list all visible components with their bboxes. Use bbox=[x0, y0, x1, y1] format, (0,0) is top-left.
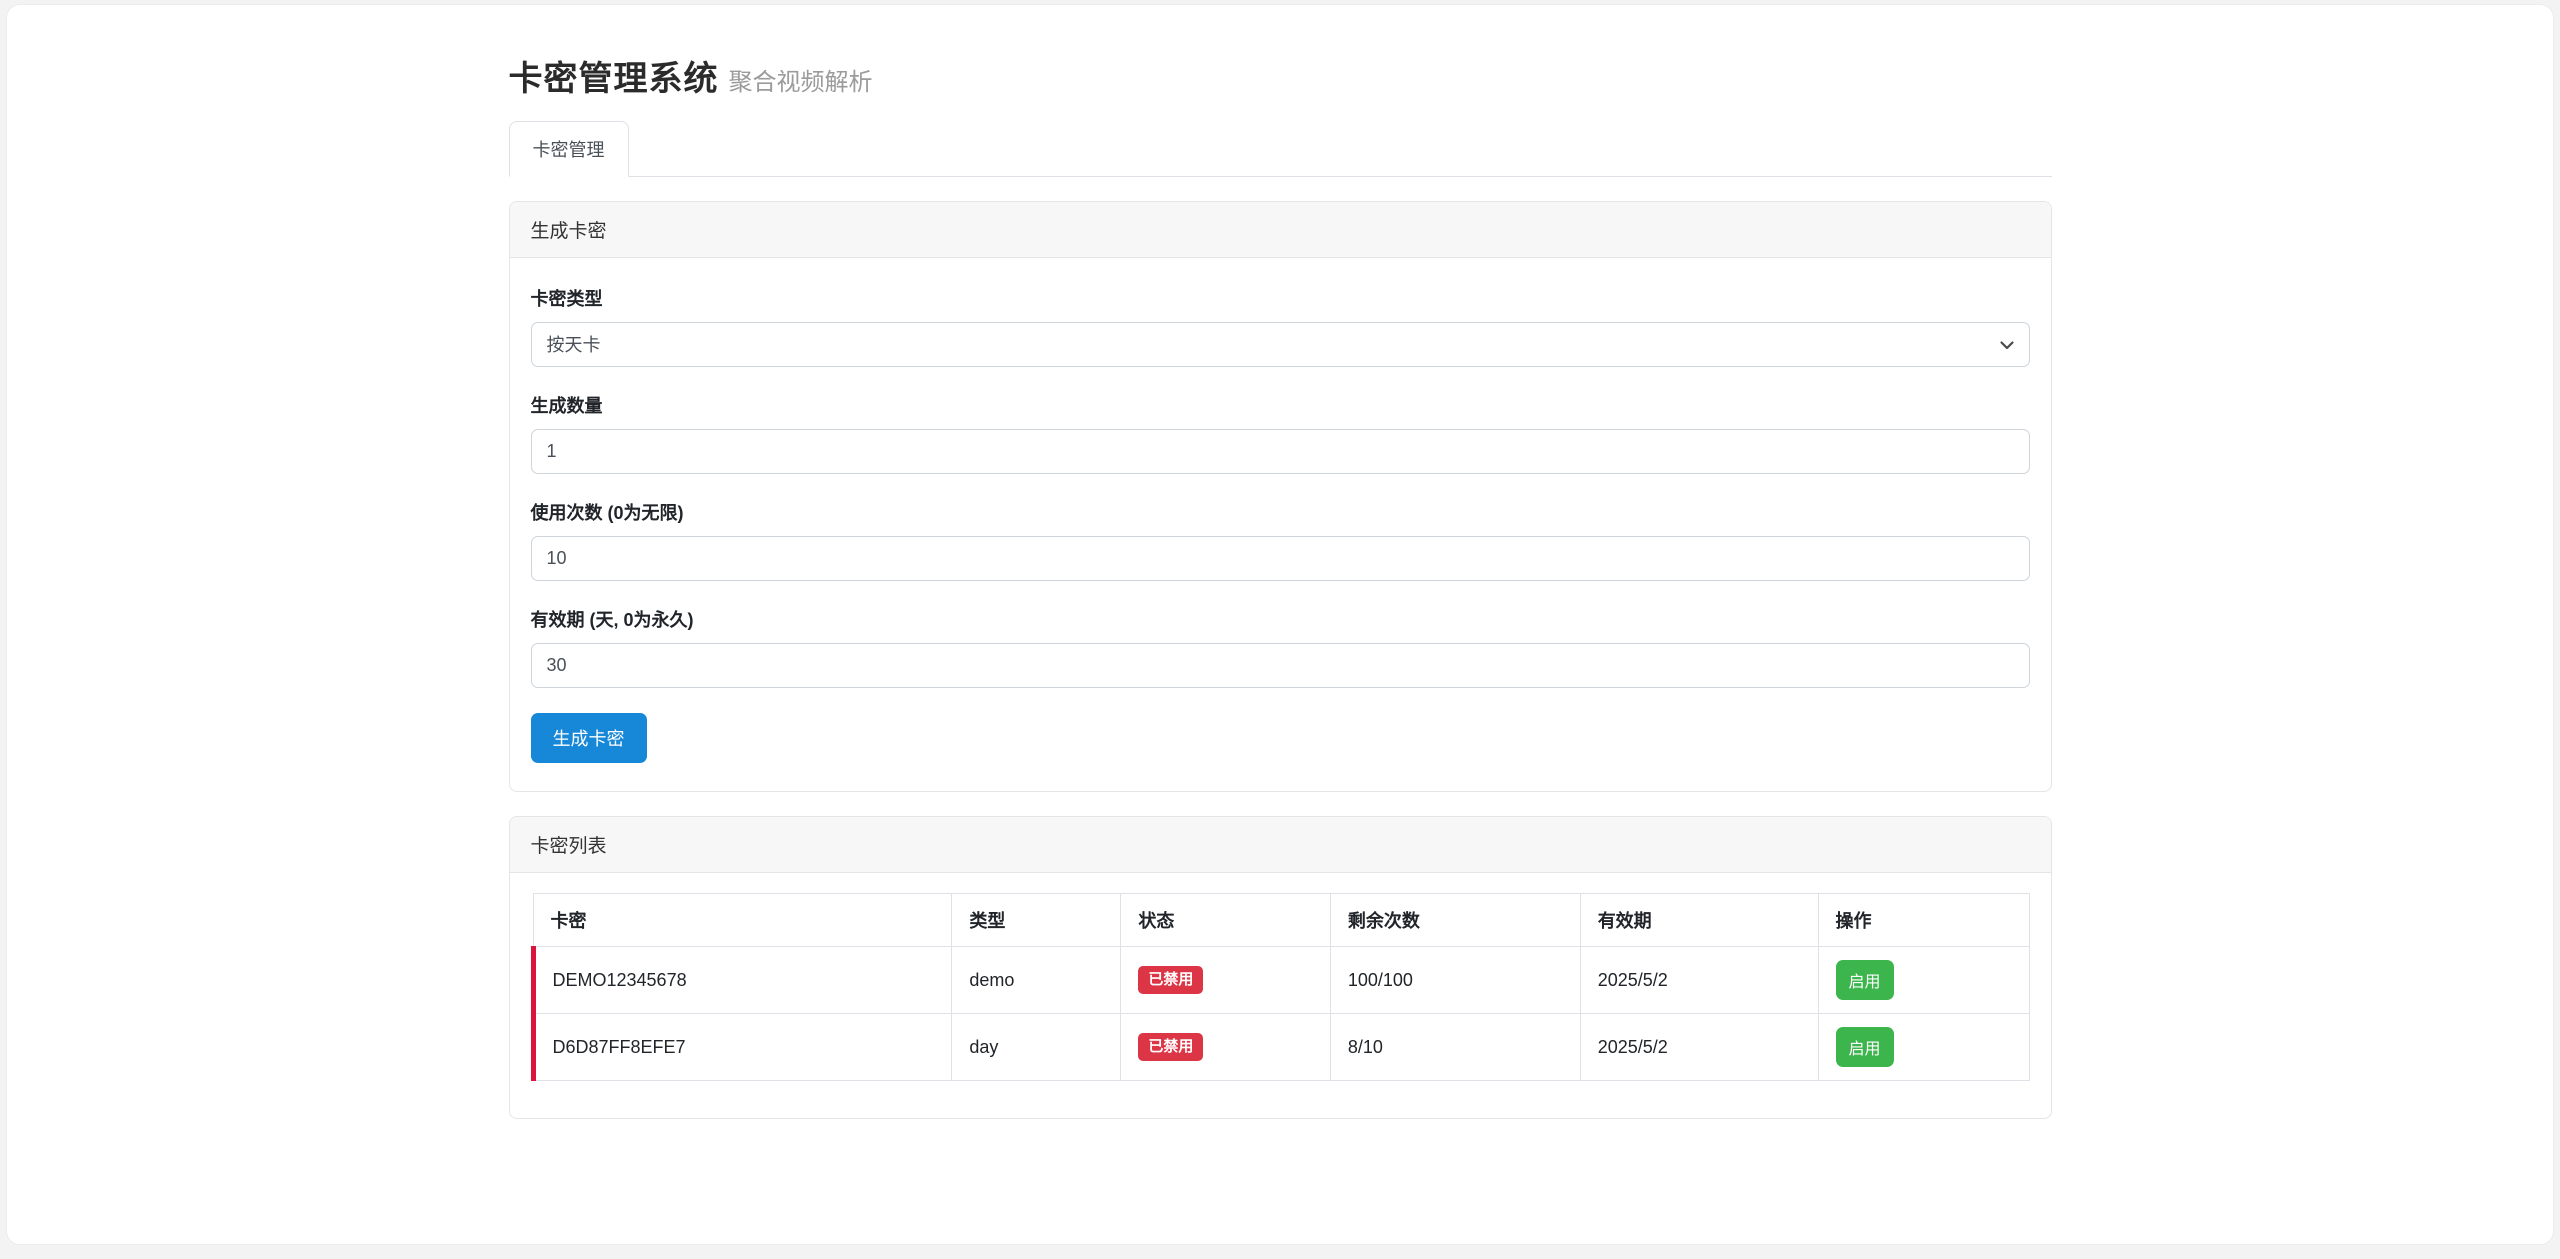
status-badge: 已禁用 bbox=[1138, 1033, 1203, 1062]
generate-button[interactable]: 生成卡密 bbox=[531, 713, 647, 763]
col-header-expiry: 有效期 bbox=[1580, 894, 1818, 947]
generate-count-group: 生成数量 bbox=[531, 392, 2030, 474]
card-key-cell: DEMO12345678 bbox=[533, 947, 952, 1014]
card-type-group: 卡密类型 按天卡 bbox=[531, 285, 2030, 367]
col-header-remaining: 剩余次数 bbox=[1330, 894, 1580, 947]
action-cell: 启用 bbox=[1818, 947, 2029, 1014]
action-cell: 启用 bbox=[1818, 1014, 2029, 1081]
generate-panel-header: 生成卡密 bbox=[510, 202, 2051, 258]
expiry-cell: 2025/5/2 bbox=[1580, 947, 1818, 1014]
tab-bar: 卡密管理 bbox=[509, 121, 2052, 177]
table-row: D6D87FF8EFE7 day 已禁用 8/10 2025/5/2 启用 bbox=[533, 1014, 2029, 1081]
remaining-cell: 8/10 bbox=[1330, 1014, 1580, 1081]
col-header-key: 卡密 bbox=[533, 894, 952, 947]
remaining-cell: 100/100 bbox=[1330, 947, 1580, 1014]
usage-count-label: 使用次数 (0为无限) bbox=[531, 499, 2030, 525]
status-badge: 已禁用 bbox=[1138, 966, 1203, 995]
validity-label: 有效期 (天, 0为永久) bbox=[531, 606, 2030, 632]
card-type-select[interactable]: 按天卡 bbox=[531, 322, 2030, 367]
header-row: 卡密 类型 状态 剩余次数 有效期 操作 bbox=[533, 894, 2029, 947]
card-type-cell: day bbox=[952, 1014, 1121, 1081]
list-panel-header: 卡密列表 bbox=[510, 817, 2051, 873]
usage-count-input[interactable] bbox=[531, 536, 2030, 581]
page-title: 卡密管理系统聚合视频解析 bbox=[509, 51, 2052, 100]
card-status-cell: 已禁用 bbox=[1121, 947, 1330, 1014]
expiry-cell: 2025/5/2 bbox=[1580, 1014, 1818, 1081]
generate-count-input[interactable] bbox=[531, 429, 2030, 474]
col-header-status: 状态 bbox=[1121, 894, 1330, 947]
tab-card-management[interactable]: 卡密管理 bbox=[509, 121, 629, 177]
validity-input[interactable] bbox=[531, 643, 2030, 688]
usage-count-group: 使用次数 (0为无限) bbox=[531, 499, 2030, 581]
card-table-head: 卡密 类型 状态 剩余次数 有效期 操作 bbox=[533, 894, 2029, 947]
validity-group: 有效期 (天, 0为永久) bbox=[531, 606, 2030, 688]
card-type-cell: demo bbox=[952, 947, 1121, 1014]
list-panel-body: 卡密 类型 状态 剩余次数 有效期 操作 DEMO12345678 demo bbox=[510, 873, 2051, 1118]
list-panel: 卡密列表 卡密 类型 状态 剩余次数 有效期 操作 bbox=[509, 816, 2052, 1119]
page-title-text: 卡密管理系统 bbox=[509, 60, 719, 98]
card-type-label: 卡密类型 bbox=[531, 285, 2030, 311]
card-key-cell: D6D87FF8EFE7 bbox=[533, 1014, 952, 1081]
enable-button[interactable]: 启用 bbox=[1836, 1027, 1894, 1067]
card-status-cell: 已禁用 bbox=[1121, 1014, 1330, 1081]
main-container: 卡密管理系统聚合视频解析 卡密管理 生成卡密 卡密类型 按天卡 bbox=[509, 5, 2052, 1119]
app-window: 卡密管理系统聚合视频解析 卡密管理 生成卡密 卡密类型 按天卡 bbox=[6, 4, 2554, 1245]
table-row: DEMO12345678 demo 已禁用 100/100 2025/5/2 启… bbox=[533, 947, 2029, 1014]
enable-button[interactable]: 启用 bbox=[1836, 960, 1894, 1000]
col-header-type: 类型 bbox=[952, 894, 1121, 947]
generate-count-label: 生成数量 bbox=[531, 392, 2030, 418]
card-type-select-wrap: 按天卡 bbox=[531, 322, 2030, 367]
generate-panel: 生成卡密 卡密类型 按天卡 生成数量 bbox=[509, 201, 2052, 792]
card-table: 卡密 类型 状态 剩余次数 有效期 操作 DEMO12345678 demo bbox=[531, 893, 2030, 1081]
page-subtitle: 聚合视频解析 bbox=[729, 69, 873, 96]
col-header-actions: 操作 bbox=[1818, 894, 2029, 947]
card-table-body: DEMO12345678 demo 已禁用 100/100 2025/5/2 启… bbox=[533, 947, 2029, 1081]
generate-panel-body: 卡密类型 按天卡 生成数量 使用次数 (0为无限) bbox=[510, 258, 2051, 791]
